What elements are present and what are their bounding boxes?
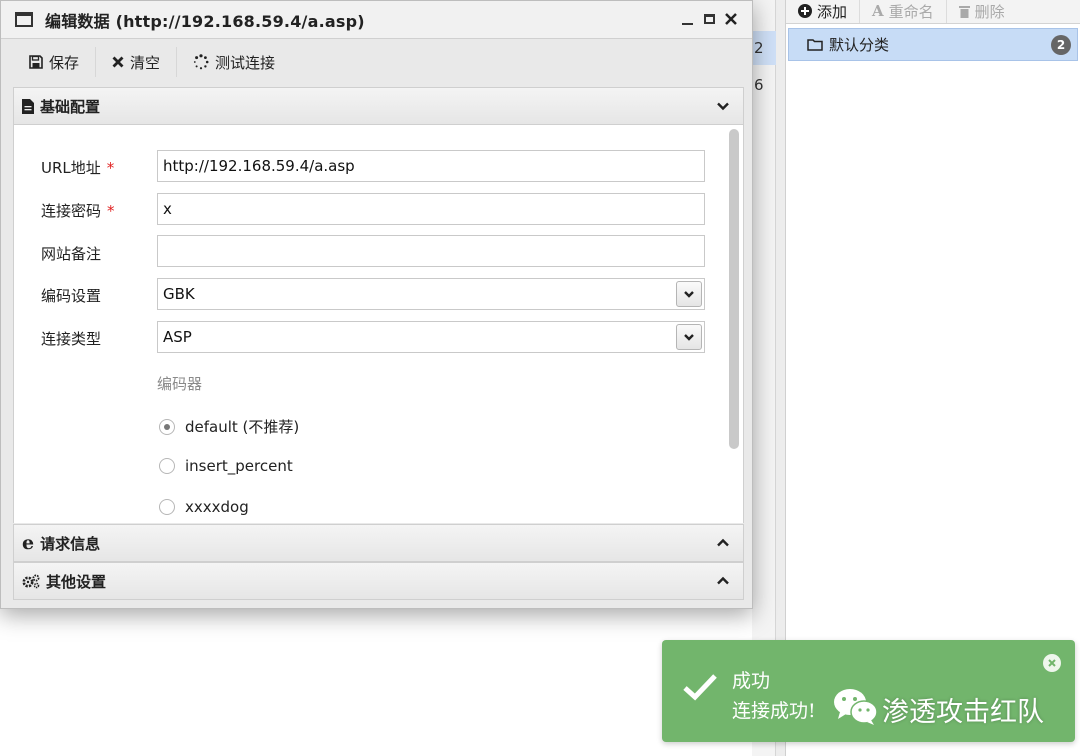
category-toolbar: 添加 A 重命名 删除	[786, 0, 1080, 24]
encoding-select[interactable]: GBK	[157, 278, 705, 310]
chevron-up-icon	[717, 538, 729, 547]
radio-selected-dot	[164, 423, 170, 430]
background-list-row[interactable]: 6	[752, 68, 776, 102]
x-icon	[112, 56, 124, 68]
row-fragment: 2	[754, 39, 764, 57]
window-icon	[15, 12, 33, 27]
clear-label: 清空	[130, 53, 161, 72]
encoding-value: GBK	[163, 285, 195, 303]
test-connection-button[interactable]: 测试连接	[177, 47, 291, 77]
note-label: 网站备注	[41, 245, 102, 263]
encoder-option-xxxxdog[interactable]: xxxxdog	[159, 498, 249, 516]
password-input[interactable]	[157, 193, 705, 225]
section-request-info-header[interactable]: e 请求信息	[13, 524, 744, 562]
background-list-row[interactable]: 2	[752, 31, 776, 65]
dialog-toolbar: 保存 清空 测试连接	[13, 41, 744, 83]
minimize-button[interactable]	[680, 9, 694, 29]
close-icon	[725, 13, 737, 25]
floppy-disk-icon	[29, 55, 43, 69]
check-icon	[683, 674, 717, 701]
spinner-icon	[193, 54, 209, 70]
maximize-icon	[703, 14, 715, 24]
encoder-option-label: default (不推荐)	[185, 418, 300, 436]
section-basic-config-header[interactable]: 基础配置	[13, 87, 744, 125]
row-fragment: 6	[754, 76, 764, 94]
watermark-text: 渗透攻击红队	[882, 697, 1044, 728]
chevron-up-icon	[717, 576, 729, 585]
url-input[interactable]	[157, 150, 705, 182]
note-input[interactable]	[157, 235, 705, 267]
connection-type-label: 连接类型	[41, 330, 102, 348]
chevron-down-icon	[717, 102, 729, 111]
plus-circle-icon	[798, 4, 812, 18]
encoder-option-default[interactable]: default (不推荐)	[159, 416, 299, 437]
test-connection-label: 测试连接	[215, 53, 276, 72]
radio-button[interactable]	[159, 418, 175, 435]
required-mark: *	[107, 202, 115, 220]
close-icon	[1048, 659, 1056, 667]
success-toast: 成功 连接成功! 渗透攻击红队	[662, 640, 1075, 742]
folder-icon	[807, 39, 823, 51]
section-other-title: 其他设置	[46, 572, 107, 591]
edit-data-dialog: 编辑数据 (http://192.168.59.4/a.asp) 保存 清空 测…	[0, 0, 753, 609]
ie-icon: e	[22, 531, 35, 554]
dialog-title: 编辑数据 (http://192.168.59.4/a.asp)	[45, 11, 365, 31]
font-icon: A	[872, 2, 884, 20]
category-name: 默认分类	[829, 36, 890, 54]
password-label: 连接密码 *	[41, 200, 115, 221]
scrollbar-thumb[interactable]	[729, 129, 739, 449]
section-request-title: 请求信息	[40, 534, 101, 553]
toast-message: 连接成功!	[732, 700, 816, 722]
category-item-default[interactable]: 默认分类 2	[788, 28, 1078, 61]
rename-label: 重命名	[888, 2, 934, 21]
close-button[interactable]	[724, 9, 738, 29]
dialog-titlebar[interactable]: 编辑数据 (http://192.168.59.4/a.asp)	[1, 1, 752, 39]
url-label-text: URL地址	[41, 159, 101, 177]
save-button[interactable]: 保存	[13, 47, 97, 77]
section-other-settings-header[interactable]: 其他设置	[13, 562, 744, 600]
rename-category-button[interactable]: A 重命名	[860, 0, 947, 23]
url-label: URL地址 *	[41, 157, 114, 178]
category-count-badge: 2	[1051, 35, 1071, 55]
password-label-text: 连接密码	[41, 202, 102, 220]
file-text-icon	[22, 98, 34, 114]
maximize-button[interactable]	[702, 9, 716, 29]
encoder-option-label: xxxxdog	[185, 498, 249, 516]
toast-close-button[interactable]	[1043, 654, 1061, 672]
encoder-option-label: insert_percent	[185, 457, 293, 475]
connection-type-select[interactable]: ASP	[157, 321, 705, 353]
radio-button[interactable]	[159, 499, 175, 515]
chevron-down-icon	[684, 334, 694, 341]
toast-title: 成功	[732, 670, 771, 692]
basic-config-panel: URL地址* 连接密码* 网站备注 编码设置 GBK 连接类型 ASP 编码器 …	[13, 125, 744, 523]
select-arrow-button[interactable]	[676, 281, 702, 307]
connection-type-value: ASP	[163, 328, 192, 346]
encoder-label: 编码器	[157, 375, 203, 393]
trash-icon	[958, 5, 970, 18]
add-category-button[interactable]: 添加	[786, 0, 861, 23]
save-label: 保存	[49, 53, 80, 72]
delete-category-button[interactable]: 删除	[947, 0, 1017, 23]
required-mark: *	[106, 159, 115, 177]
section-basic-title: 基础配置	[40, 97, 101, 116]
clear-button[interactable]: 清空	[96, 47, 178, 77]
add-label: 添加	[817, 2, 848, 21]
wechat-icon	[834, 689, 878, 725]
select-arrow-button[interactable]	[676, 324, 702, 350]
minimize-icon	[681, 23, 693, 25]
delete-label: 删除	[974, 2, 1005, 21]
encoding-label: 编码设置	[41, 287, 102, 305]
gears-icon	[22, 574, 40, 588]
encoder-option-insert-percent[interactable]: insert_percent	[159, 457, 293, 475]
radio-button[interactable]	[159, 458, 175, 474]
chevron-down-icon	[684, 291, 694, 298]
